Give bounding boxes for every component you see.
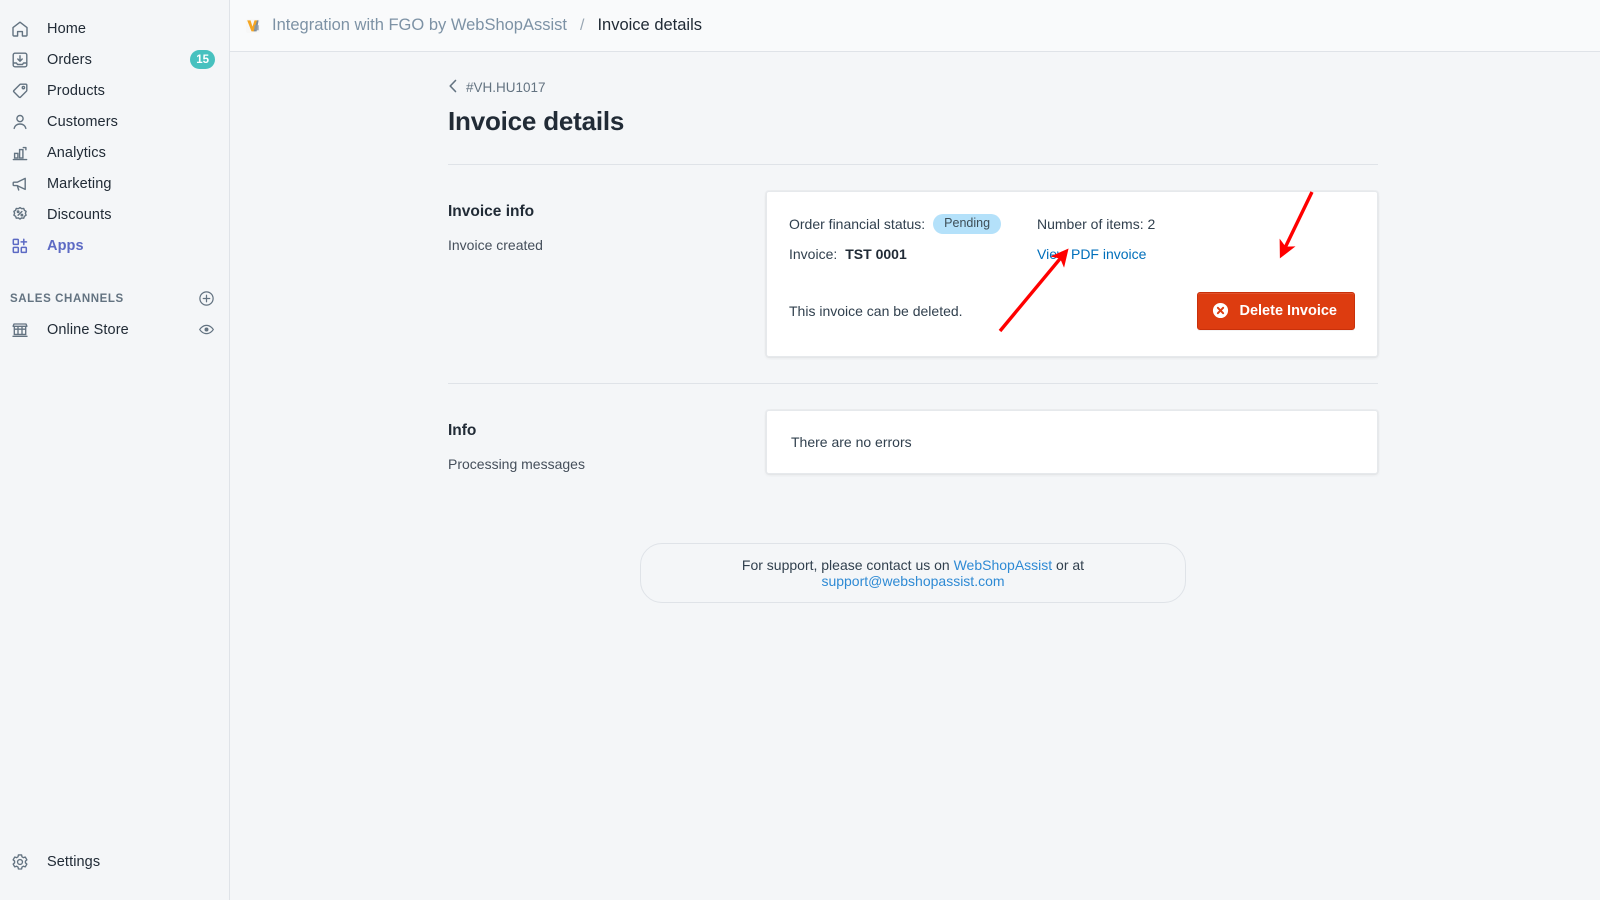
invoice-number-value: TST 0001 bbox=[845, 246, 907, 263]
info-messages-card: There are no errors bbox=[766, 410, 1378, 475]
page-title: Invoice details bbox=[448, 106, 625, 136]
sales-channels-title: SALES CHANNELS bbox=[10, 292, 124, 305]
support-middle: or at bbox=[1052, 557, 1085, 574]
invoice-info-section: Invoice info Invoice created Order finan… bbox=[448, 165, 1378, 358]
sidebar-item-online-store[interactable]: Online Store bbox=[0, 314, 229, 345]
breadcrumb-bar: Integration with FGO by WebShopAssist / … bbox=[230, 0, 1600, 52]
sidebar-item-label: Home bbox=[47, 20, 87, 37]
megaphone-icon bbox=[10, 174, 30, 194]
support-prefix: For support, please contact us on bbox=[741, 557, 954, 574]
sidebar: Home Orders 15 Products Customers Analyt… bbox=[0, 0, 230, 900]
sidebar-item-label: Customers bbox=[47, 113, 118, 130]
view-pdf-invoice-link[interactable]: View PDF invoice bbox=[1037, 246, 1146, 262]
chevron-left-icon bbox=[448, 79, 458, 96]
back-link[interactable]: #VH.HU1017 bbox=[448, 79, 1378, 96]
sidebar-item-orders[interactable]: Orders 15 bbox=[0, 44, 229, 75]
sidebar-nav: Home Orders 15 Products Customers Analyt… bbox=[0, 0, 229, 345]
order-financial-status-field: Order financial status: Pending bbox=[789, 214, 1037, 235]
info-section: Info Processing messages There are no er… bbox=[448, 384, 1378, 475]
page-container: #VH.HU1017 Invoice details Invoice info … bbox=[448, 52, 1378, 604]
sidebar-item-settings[interactable]: Settings bbox=[0, 846, 230, 877]
sidebar-item-label: Orders bbox=[47, 51, 92, 68]
sidebar-item-label: Marketing bbox=[47, 175, 112, 192]
breadcrumb-app-link[interactable]: Integration with FGO by WebShopAssist bbox=[272, 16, 567, 35]
sidebar-item-label: Analytics bbox=[47, 144, 106, 161]
view-pdf-invoice-cell: View PDF invoice bbox=[1037, 246, 1355, 262]
circle-x-icon bbox=[1212, 302, 1229, 319]
support-email-link[interactable]: support@webshopassist.com bbox=[821, 573, 1004, 589]
sidebar-item-home[interactable]: Home bbox=[0, 13, 229, 44]
sidebar-item-label: Online Store bbox=[47, 321, 129, 338]
sidebar-item-apps[interactable]: Apps bbox=[0, 230, 229, 261]
order-financial-status-label: Order financial status: bbox=[789, 216, 926, 233]
invoice-number-label: Invoice: bbox=[789, 246, 838, 263]
bar-chart-icon bbox=[10, 143, 30, 163]
delete-invoice-button-label: Delete Invoice bbox=[1239, 302, 1337, 319]
apps-grid-plus-icon bbox=[10, 236, 30, 256]
info-description: Info Processing messages bbox=[448, 410, 766, 472]
delete-invoice-button[interactable]: Delete Invoice bbox=[1197, 292, 1355, 331]
eye-icon[interactable] bbox=[198, 321, 215, 338]
number-of-items-field: Number of items: 2 bbox=[1037, 216, 1156, 233]
support-footer: For support, please contact us on WebSho… bbox=[640, 543, 1186, 604]
status-badge: Pending bbox=[933, 214, 1002, 235]
main-content: #VH.HU1017 Invoice details Invoice info … bbox=[230, 52, 1600, 900]
support-webshopassist-link[interactable]: WebShopAssist bbox=[954, 557, 1053, 573]
breadcrumb-separator: / bbox=[580, 16, 585, 34]
sidebar-item-label: Discounts bbox=[47, 206, 112, 223]
breadcrumb-current: Invoice details bbox=[597, 16, 703, 34]
sidebar-item-analytics[interactable]: Analytics bbox=[0, 137, 229, 168]
invoice-fields-grid: Order financial status: Pending Number o… bbox=[789, 214, 1355, 262]
storefront-icon bbox=[10, 320, 30, 340]
sales-channels-header: SALES CHANNELS bbox=[0, 283, 229, 314]
person-icon bbox=[10, 112, 30, 132]
gear-icon bbox=[10, 852, 30, 872]
orders-count-badge: 15 bbox=[190, 50, 215, 69]
sidebar-item-discounts[interactable]: Discounts bbox=[0, 199, 229, 230]
tag-icon bbox=[10, 81, 30, 101]
back-link-label: #VH.HU1017 bbox=[466, 80, 546, 95]
sidebar-item-label: Settings bbox=[47, 853, 101, 870]
circle-plus-icon[interactable] bbox=[198, 290, 215, 307]
sidebar-item-marketing[interactable]: Marketing bbox=[0, 168, 229, 199]
invoice-info-description: Invoice info Invoice created bbox=[448, 191, 766, 253]
invoice-number-field: Invoice: TST 0001 bbox=[789, 246, 1037, 262]
delete-note: This invoice can be deleted. bbox=[789, 303, 963, 320]
sidebar-item-label: Apps bbox=[47, 237, 84, 254]
invoice-info-heading: Invoice info bbox=[448, 203, 535, 221]
invoice-info-card: Order financial status: Pending Number o… bbox=[766, 191, 1378, 358]
webshopassist-app-icon bbox=[244, 17, 262, 35]
info-message: There are no errors bbox=[791, 434, 912, 451]
invoice-info-subtext: Invoice created bbox=[448, 237, 543, 254]
sidebar-item-label: Products bbox=[47, 82, 106, 99]
invoice-card-actions: This invoice can be deleted. Delete Invo… bbox=[789, 292, 1355, 331]
discount-percent-icon bbox=[10, 205, 30, 225]
info-subtext: Processing messages bbox=[448, 456, 585, 473]
info-heading: Info bbox=[448, 422, 477, 440]
sidebar-item-products[interactable]: Products bbox=[0, 75, 229, 106]
home-icon bbox=[10, 19, 30, 39]
orders-inbox-icon bbox=[10, 50, 30, 70]
sidebar-item-customers[interactable]: Customers bbox=[0, 106, 229, 137]
